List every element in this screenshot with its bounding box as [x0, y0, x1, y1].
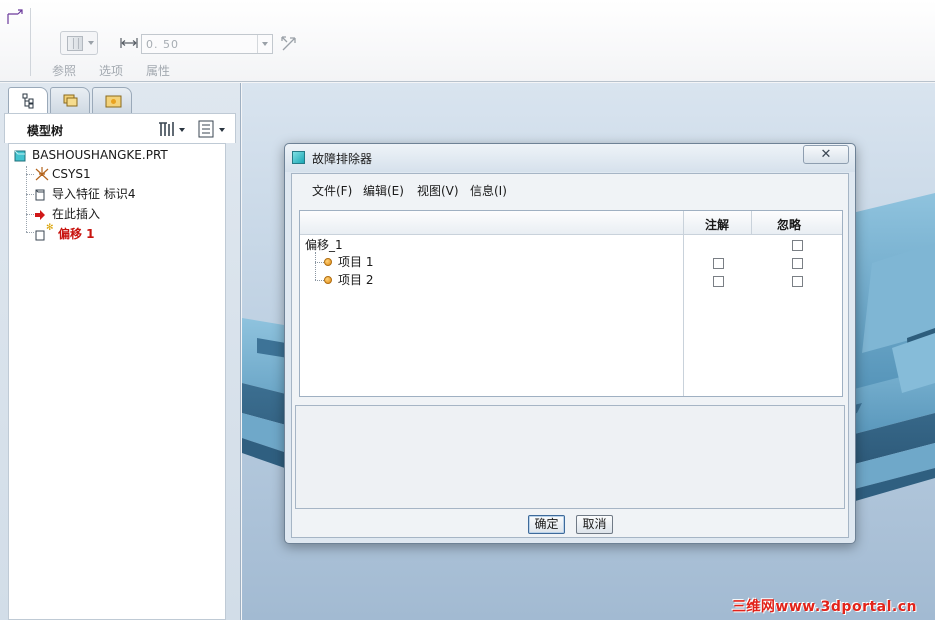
- dimension-icon: [120, 38, 138, 48]
- tab-properties[interactable]: 属性: [146, 62, 170, 79]
- row-label: 项目 2: [338, 273, 374, 287]
- note-checkbox[interactable]: [713, 276, 724, 287]
- row-label: 偏移_1: [305, 238, 343, 252]
- close-icon: ✕: [820, 147, 832, 162]
- offset-distance-value: 0. 50: [146, 38, 179, 51]
- model-tree-title: 模型树: [27, 124, 64, 138]
- ignore-checkbox[interactable]: [792, 276, 803, 287]
- watermark-text: 三维网www.3dportal.cn: [731, 599, 917, 615]
- navigator-panel: 模型树 BASHOUSHANGKE.PRT CSYS1 导入特征 标识4 在此插…: [0, 83, 241, 620]
- flip-direction-icon[interactable]: [280, 35, 298, 53]
- column-note-header[interactable]: 注解: [705, 216, 729, 233]
- column-ignore-header[interactable]: 忽略: [777, 216, 801, 233]
- reference-surface-button[interactable]: [60, 31, 98, 55]
- tree-connector: [315, 280, 324, 281]
- menu-info[interactable]: 信息(I): [470, 182, 507, 199]
- menu-edit[interactable]: 编辑(E): [363, 182, 404, 199]
- details-message-area[interactable]: [295, 405, 845, 509]
- ignore-checkbox[interactable]: [792, 258, 803, 269]
- offset-feature-icon: [35, 230, 45, 241]
- tab-options[interactable]: 选项: [99, 62, 123, 79]
- part-icon: [292, 151, 305, 164]
- issue-tree-table: 注解 忽略 偏移_1 项目 1 项目 2: [299, 210, 843, 397]
- dialog-titlebar[interactable]: 故障排除器 ✕: [285, 144, 855, 172]
- tree-connector: [26, 214, 34, 215]
- part-icon: [14, 150, 26, 162]
- dialog-content: 文件(F) 编辑(E) 视图(V) 信息(I) 注解 忽略 偏移_1 项目 1 …: [291, 173, 849, 538]
- row-label: 项目 1: [338, 255, 374, 269]
- tree-connector: [26, 194, 34, 195]
- column-divider: [751, 211, 752, 235]
- offset-distance-input[interactable]: 0. 50: [141, 34, 273, 54]
- tab-favorites[interactable]: [92, 87, 132, 113]
- tree-item-label: 导入特征 标识4: [52, 187, 136, 201]
- tree-item-label: 偏移 1: [58, 227, 95, 241]
- chevron-down-icon[interactable]: [88, 41, 94, 45]
- tree-item-label: CSYS1: [52, 167, 91, 181]
- model-tree-header: 模型树: [4, 113, 236, 143]
- menu-view[interactable]: 视图(V): [417, 182, 459, 199]
- cancel-button[interactable]: 取消: [576, 515, 613, 534]
- dialog-title: 故障排除器: [312, 152, 373, 166]
- tree-connector: [315, 262, 324, 263]
- column-divider: [683, 211, 684, 396]
- tree-row-offset[interactable]: 偏移_1: [305, 236, 343, 254]
- tab-folder-browser[interactable]: [50, 87, 90, 113]
- csys-icon: [35, 167, 49, 181]
- import-feature-icon: [35, 189, 45, 201]
- offset-distance-dropdown[interactable]: [257, 35, 272, 53]
- tab-references[interactable]: 参照: [52, 62, 76, 79]
- menu-bar: 文件(F) 编辑(E) 视图(V) 信息(I): [292, 174, 848, 204]
- ok-button[interactable]: 确定: [528, 515, 565, 534]
- ribbon-separator: [30, 8, 31, 76]
- tree-item-label: 在此插入: [52, 207, 101, 221]
- ignore-checkbox[interactable]: [792, 240, 803, 251]
- insert-here-arrow-icon: [35, 210, 45, 220]
- folder-browser-icon: [63, 94, 78, 107]
- tree-guide-line: [26, 166, 34, 232]
- menu-file[interactable]: 文件(F): [312, 182, 352, 199]
- favorites-folder-icon: [105, 95, 122, 108]
- note-checkbox[interactable]: [713, 258, 724, 269]
- tree-row-item-2[interactable]: 项目 2: [324, 271, 524, 289]
- tree-item-label: BASHOUSHANGKE.PRT: [32, 148, 168, 162]
- tree-connector: [26, 232, 34, 233]
- tab-model-tree[interactable]: [8, 87, 48, 114]
- tree-columns-icon[interactable]: [197, 119, 229, 139]
- close-button[interactable]: ✕: [803, 145, 849, 164]
- tree-settings-icon[interactable]: [157, 119, 187, 139]
- offset-type-icon: [67, 36, 83, 51]
- feature-ribbon: 0. 50 参照 选项 属性: [0, 0, 935, 82]
- item-status-icon: [324, 276, 332, 284]
- regen-star-icon: ✻: [46, 223, 54, 233]
- dashboard-corner-icon[interactable]: [4, 4, 26, 26]
- troubleshooter-dialog: 故障排除器 ✕ 文件(F) 编辑(E) 视图(V) 信息(I) 注解 忽略 偏移…: [284, 143, 856, 544]
- tree-connector: [26, 174, 34, 175]
- model-tree: BASHOUSHANGKE.PRT CSYS1 导入特征 标识4 在此插入 ✻ …: [8, 143, 226, 620]
- item-status-icon: [324, 258, 332, 266]
- table-header: 注解 忽略: [300, 211, 842, 235]
- tree-row-item-1[interactable]: 项目 1: [324, 253, 524, 271]
- tree-connector: [315, 252, 316, 280]
- model-tree-icon: [22, 93, 34, 109]
